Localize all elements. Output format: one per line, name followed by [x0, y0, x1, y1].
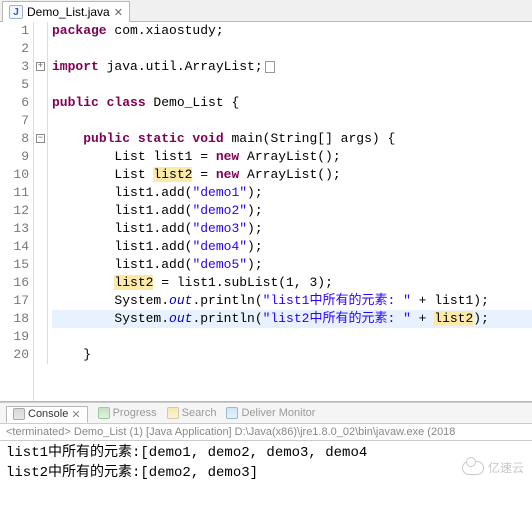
java-file-icon: J	[9, 5, 23, 19]
code-line[interactable]: System.out.println("list1中所有的元素: " + lis…	[52, 292, 532, 310]
code-line[interactable]: List list2 = new ArrayList();	[52, 166, 532, 184]
code-line[interactable]: package com.xiaostudy;	[52, 22, 532, 40]
code-line[interactable]: list1.add("demo4");	[52, 238, 532, 256]
line-number: 20	[10, 346, 29, 364]
code-line[interactable]: System.out.println("list2中所有的元素: " + lis…	[52, 310, 532, 328]
line-number: 11	[10, 184, 29, 202]
code-editor[interactable]: 123567891011121314151617181920 +− packag…	[0, 22, 532, 402]
line-number: 6	[10, 94, 29, 112]
code-line[interactable]	[52, 328, 532, 346]
console-launch-info: <terminated> Demo_List (1) [Java Applica…	[0, 424, 532, 438]
close-icon[interactable]: ✕	[114, 6, 123, 19]
line-number: 5	[10, 76, 29, 94]
fold-column: +−	[34, 22, 48, 364]
progress-icon	[98, 407, 110, 419]
line-number: 16	[10, 274, 29, 292]
close-icon[interactable]: ✕	[71, 408, 80, 421]
editor-tab-demo-list[interactable]: J Demo_List.java ✕	[2, 1, 130, 22]
code-line[interactable]: list2 = list1.subList(1, 3);	[52, 274, 532, 292]
code-line[interactable]: public static void main(String[] args) {	[52, 130, 532, 148]
line-number: 9	[10, 148, 29, 166]
code-line[interactable]: list1.add("demo1");	[52, 184, 532, 202]
bottom-tab-bar: Console ✕ Progress Search Deliver Monito…	[0, 402, 532, 424]
line-number: 2	[10, 40, 29, 58]
line-number: 13	[10, 220, 29, 238]
code-area[interactable]: package com.xiaostudy; import java.util.…	[48, 22, 532, 401]
line-number: 14	[10, 238, 29, 256]
tab-filename: Demo_List.java	[27, 5, 110, 19]
line-number: 15	[10, 256, 29, 274]
search-icon	[167, 407, 179, 419]
folded-region-icon[interactable]	[265, 61, 275, 73]
code-line[interactable]: }	[52, 346, 532, 364]
editor-tab-bar: J Demo_List.java ✕	[0, 0, 532, 22]
line-number: 18	[10, 310, 29, 328]
console-line: list2中所有的元素:[demo2, demo3]	[6, 463, 526, 483]
console-icon	[13, 408, 25, 420]
line-number: 12	[10, 202, 29, 220]
code-line[interactable]	[52, 76, 532, 94]
line-number: 7	[10, 112, 29, 130]
line-number: 8	[10, 130, 29, 148]
tab-console[interactable]: Console ✕	[6, 406, 88, 423]
line-number: 3	[10, 58, 29, 76]
line-number-gutter: 123567891011121314151617181920	[0, 22, 34, 401]
tab-deliver-monitor[interactable]: Deliver Monitor	[226, 407, 315, 419]
code-line[interactable]: List list1 = new ArrayList();	[52, 148, 532, 166]
code-line[interactable]: list1.add("demo5");	[52, 256, 532, 274]
deliver-icon	[226, 407, 238, 419]
code-line[interactable]: list1.add("demo3");	[52, 220, 532, 238]
line-number: 17	[10, 292, 29, 310]
tab-progress[interactable]: Progress	[98, 407, 157, 419]
fold-collapse-icon[interactable]: −	[36, 134, 45, 143]
code-line[interactable]	[52, 112, 532, 130]
code-line[interactable]: public class Demo_List {	[52, 94, 532, 112]
tab-search[interactable]: Search	[167, 407, 217, 419]
code-line[interactable]	[52, 40, 532, 58]
line-number: 10	[10, 166, 29, 184]
line-number: 1	[10, 22, 29, 40]
code-line[interactable]: list1.add("demo2");	[52, 202, 532, 220]
fold-expand-icon[interactable]: +	[36, 62, 45, 71]
console-line: list1中所有的元素:[demo1, demo2, demo3, demo4	[6, 443, 526, 463]
code-line[interactable]: import java.util.ArrayList;	[52, 58, 532, 76]
console-output[interactable]: list1中所有的元素:[demo1, demo2, demo3, demo4 …	[0, 440, 532, 485]
line-number: 19	[10, 328, 29, 346]
